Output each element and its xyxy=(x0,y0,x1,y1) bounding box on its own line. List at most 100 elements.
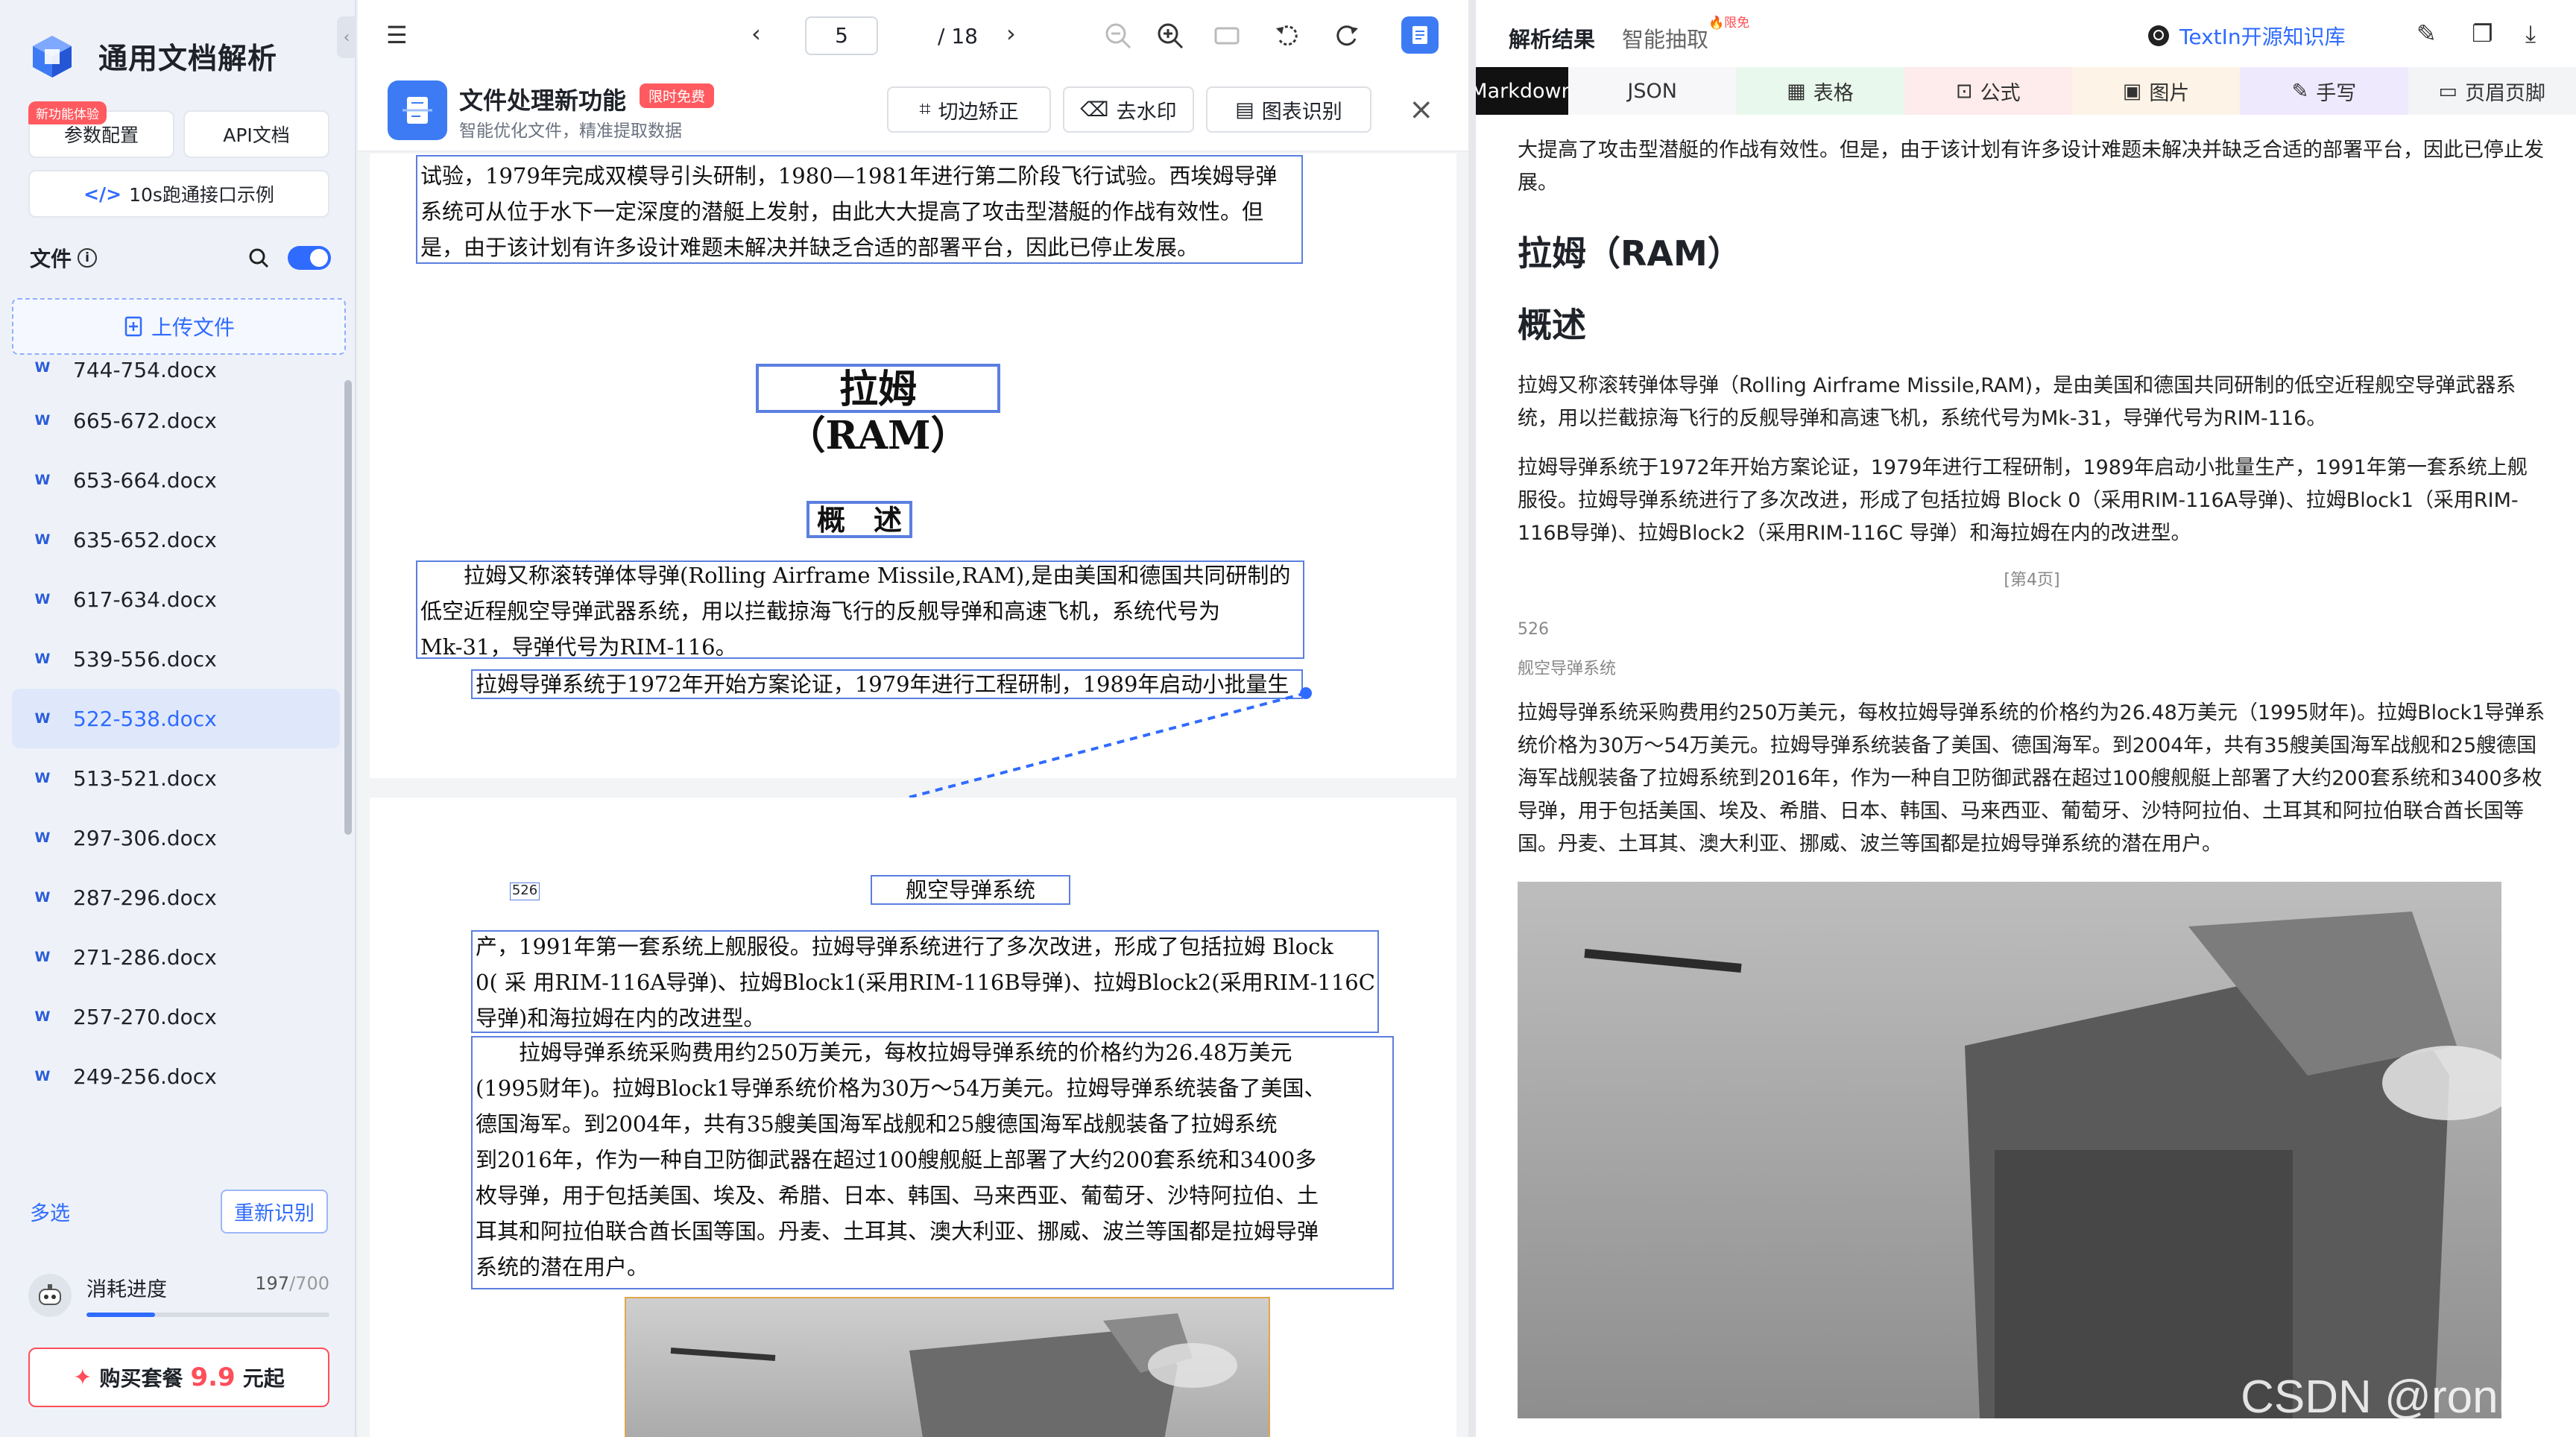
search-icon[interactable] xyxy=(247,247,270,269)
format-tab-label: Markdown xyxy=(1476,79,1574,103)
copy-icon[interactable]: ❐ xyxy=(2472,19,2493,48)
text-line: 到2016年，作为一种自卫防御武器在超过100艘舰艇上部署了大约200套系统和3… xyxy=(476,1147,1317,1172)
page-number-label[interactable]: 526 xyxy=(510,882,540,900)
file-filter-toggle[interactable] xyxy=(288,246,331,270)
format-tab-icon: ▭ xyxy=(2438,79,2458,103)
missile-launcher-image[interactable] xyxy=(625,1297,1270,1437)
file-list-item[interactable]: W 539-556.docx xyxy=(12,629,340,689)
text-line: 德国海军。到2004年，共有35艘美国海军战舰和25艘德国海军战舰装备了拉姆系统 xyxy=(476,1111,1278,1137)
result-image[interactable] xyxy=(1518,882,2501,1418)
file-list-item[interactable]: W 297-306.docx xyxy=(12,808,340,868)
app-logo-icon xyxy=(33,36,72,78)
upload-file-button[interactable]: 上传文件 xyxy=(12,298,346,355)
file-name: 257-270.docx xyxy=(73,1004,217,1029)
format-tab[interactable]: Markdown xyxy=(1476,67,1574,115)
format-tab[interactable]: ✎ 手写 xyxy=(2240,67,2408,115)
page-header-label[interactable]: 舰空导弹系统 xyxy=(871,875,1070,905)
github-icon xyxy=(2148,25,2169,46)
info-icon[interactable]: i xyxy=(78,248,98,268)
edit-icon[interactable]: ✎ xyxy=(2416,19,2437,48)
files-header: 文件 i xyxy=(30,243,331,273)
format-tab-label: 手写 xyxy=(2316,81,2357,105)
pane-divider[interactable] xyxy=(1468,0,1476,1437)
reparse-button[interactable]: 重新识别 xyxy=(221,1190,328,1234)
file-name: 635-652.docx xyxy=(73,527,217,552)
file-name: 617-634.docx xyxy=(73,587,217,612)
page-marker: [第4页] xyxy=(2004,571,2060,590)
quickstart-label: 10s跑通接口示例 xyxy=(129,184,274,206)
file-list-item[interactable]: W 287-296.docx xyxy=(12,868,340,927)
missile-launcher-illustration xyxy=(670,1313,1237,1437)
buy-prefix: 购买套餐 xyxy=(99,1366,183,1391)
files-heading: 文件 i xyxy=(30,243,98,273)
file-list-scrollbar[interactable] xyxy=(344,380,352,835)
quickstart-button[interactable]: </> 10s跑通接口示例 xyxy=(28,170,329,218)
buy-price: 9.9 xyxy=(190,1362,236,1392)
text-line: 产，1991年第一套系统上舰服役。拉姆导弹系统进行了多次改进，形成了包括拉姆 B… xyxy=(476,934,1333,959)
paragraph-3: 产，1991年第一套系统上舰服役。拉姆导弹系统进行了多次改进，形成了包括拉姆 B… xyxy=(476,929,1377,1036)
file-list-item[interactable]: W 653-664.docx xyxy=(12,450,340,510)
format-tab-icon: ⊡ xyxy=(1956,79,1973,103)
file-list-item[interactable]: W 249-256.docx xyxy=(12,1046,340,1106)
buy-suffix: 元起 xyxy=(242,1366,285,1391)
format-tab-icon: ▣ xyxy=(2122,79,2142,103)
usage-progress: 消耗进度 197/700 xyxy=(28,1273,329,1317)
result-paragraph: 大提高了攻击型潜艇的作战有效性。但是，由于该计划有许多设计难题未解决并缺乏合适的… xyxy=(1518,139,2544,195)
file-list-item[interactable]: W 635-652.docx xyxy=(12,510,340,569)
usage-label: 消耗进度 xyxy=(86,1278,167,1301)
format-tabs: Markdown JSON ▦ 表格 ⊡ 公式 ▣ 图片 ✎ 手写 ▭ 页眉页脚 xyxy=(1476,67,2576,115)
word-file-icon: W xyxy=(34,651,51,667)
tab-parse-result[interactable]: 解析结果 xyxy=(1509,22,1595,54)
usage-bar-fill xyxy=(86,1313,155,1317)
usage-bar xyxy=(86,1313,329,1317)
file-name: 653-664.docx xyxy=(73,467,217,493)
watermark: CSDN @ronlym xyxy=(2241,1371,2570,1423)
text-line: 枚导弹，用于包括美国、埃及、希腊、日本、韩国、马来西亚、葡萄牙、沙特阿拉伯、土 xyxy=(476,1183,1319,1208)
collapse-sidebar-button[interactable]: ‹ xyxy=(337,16,356,58)
file-name: 539-556.docx xyxy=(73,646,217,672)
file-name: 297-306.docx xyxy=(73,825,217,850)
file-list-item[interactable]: W 744-754.docx xyxy=(12,358,340,391)
format-tab[interactable]: ⊡ 公式 xyxy=(1904,67,2072,115)
format-tab-icon: ✎ xyxy=(2291,79,2309,103)
format-tab[interactable]: ▣ 图片 xyxy=(2071,67,2241,115)
format-tab[interactable]: ▭ 页眉页脚 xyxy=(2408,67,2576,115)
avatar[interactable] xyxy=(28,1273,72,1317)
file-list-item[interactable]: W 665-672.docx xyxy=(12,391,340,450)
text-line: 系统的潜在用户。 xyxy=(476,1254,649,1280)
multi-select-link[interactable]: 多选 xyxy=(30,1197,70,1226)
text-line: 0( 采 用RIM-116A导弹)、拉姆Block1(采用RIM-116B导弹)… xyxy=(476,970,1375,995)
paragraph-4: 拉姆导弹系统采购费用约250万美元，每枚拉姆导弹系统的价格约为26.48万美元 … xyxy=(476,1035,1394,1285)
file-list-item[interactable]: W 617-634.docx xyxy=(12,569,340,629)
file-list-item[interactable]: W 522-538.docx xyxy=(12,689,340,748)
result-page-number: 526 xyxy=(1518,620,1549,639)
result-heading-2: 概述 xyxy=(1518,305,1586,345)
github-link[interactable]: TextIn开源知识库 xyxy=(2147,21,2346,51)
format-tab[interactable]: JSON xyxy=(1568,67,1737,115)
format-tab[interactable]: ▦ 表格 xyxy=(1736,67,1904,115)
word-file-icon: W xyxy=(34,949,51,965)
file-list-item[interactable]: W 271-286.docx xyxy=(12,927,340,987)
download-icon[interactable]: ⤓ xyxy=(2525,19,2536,48)
file-name: 249-256.docx xyxy=(73,1064,217,1089)
files-label: 文件 xyxy=(30,247,72,271)
file-list-item[interactable]: W 257-270.docx xyxy=(12,987,340,1046)
api-docs-label: API文档 xyxy=(223,124,290,146)
result-pane: 解析结果 智能抽取 🔥限免 TextIn开源知识库 ✎ ❐ ⤓ Markdown… xyxy=(1476,0,2576,1437)
robot-icon xyxy=(39,1283,61,1305)
file-name: 744-754.docx xyxy=(73,358,217,382)
app-title: 通用文档解析 xyxy=(98,42,278,76)
file-list-item[interactable]: W 513-521.docx xyxy=(12,748,340,808)
usage-total: /700 xyxy=(289,1273,329,1294)
file-name: 522-538.docx xyxy=(73,706,217,731)
buy-plan-button[interactable]: ✦ 购买套餐 9.9 元起 xyxy=(28,1348,329,1407)
api-docs-button[interactable]: API文档 xyxy=(183,110,329,158)
file-name: 513-521.docx xyxy=(73,765,217,791)
upload-icon xyxy=(124,316,142,337)
tab-smart-extract[interactable]: 智能抽取 xyxy=(1622,22,1708,54)
sparkle-icon: ✦ xyxy=(73,1364,92,1391)
file-actions: 多选 重新识别 xyxy=(30,1190,328,1234)
text-line: 耳其和阿拉伯联合酋长国等国。丹麦、土耳其、澳大利亚、挪威、波兰等国都是拉姆导弹 xyxy=(476,1219,1319,1244)
github-link-label: TextIn开源知识库 xyxy=(2179,25,2346,49)
word-file-icon: W xyxy=(34,830,51,846)
